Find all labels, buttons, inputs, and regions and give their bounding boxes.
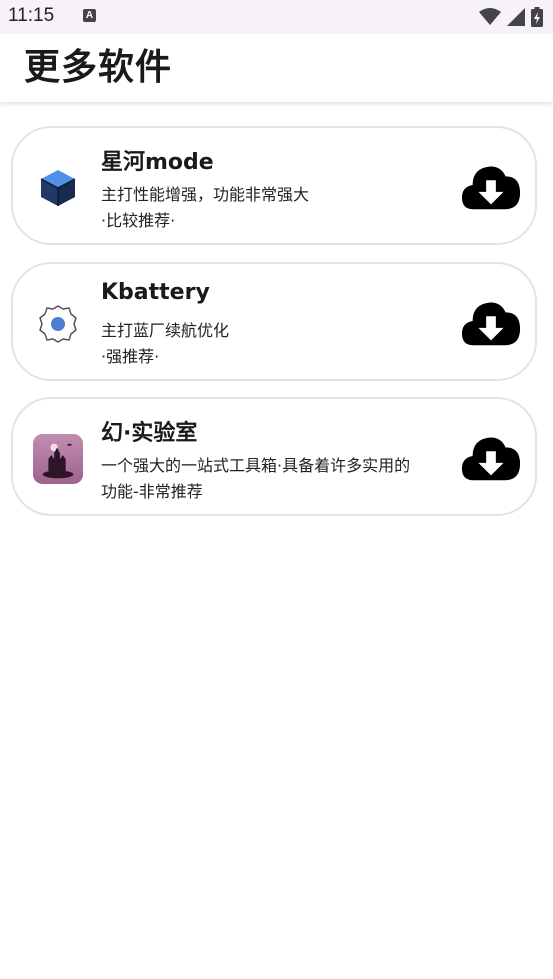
castle-app-icon <box>33 434 83 484</box>
app-header: 更多软件 <box>0 34 553 102</box>
app-description-line: ·比较推荐· <box>101 211 176 230</box>
app-description-line: ·强推荐· <box>101 347 160 366</box>
cellular-signal-icon <box>507 8 525 26</box>
status-bar: 11:15 A <box>0 0 553 34</box>
app-description-line: 功能-非常推荐 <box>101 482 203 501</box>
app-description: 主打性能增强，功能非常强大 ·比较推荐· <box>101 182 461 234</box>
app-description-line: 主打性能增强，功能非常强大 <box>101 185 310 204</box>
battery-charging-icon <box>531 7 543 27</box>
download-button[interactable] <box>459 154 523 218</box>
app-title: 星河mode <box>101 150 214 175</box>
download-button[interactable] <box>459 425 523 489</box>
wifi-icon <box>479 8 501 25</box>
app-description-line: 主打蓝厂续航优化 <box>101 321 230 340</box>
app-description-line: 一个强大的一站式工具箱·具备着许多实用的 <box>101 456 411 475</box>
app-title: 幻·实验室 <box>101 421 198 446</box>
gear-icon <box>33 299 83 349</box>
page-title: 更多软件 <box>24 47 173 88</box>
download-button[interactable] <box>459 290 523 354</box>
cloud-download-icon <box>461 166 521 210</box>
app-description: 主打蓝厂续航优化 ·强推荐· <box>101 318 461 370</box>
status-icons <box>479 6 543 28</box>
blue-cube-icon <box>33 163 83 213</box>
app-description: 一个强大的一站式工具箱·具备着许多实用的 功能-非常推荐 <box>101 453 461 505</box>
status-time: 11:15 <box>8 5 55 26</box>
app-card-huan-lab[interactable]: 幻·实验室 一个强大的一站式工具箱·具备着许多实用的 功能-非常推荐 <box>11 397 537 516</box>
cloud-download-icon <box>461 437 521 481</box>
app-card-xinghe[interactable]: 星河mode 主打性能增强，功能非常强大 ·比较推荐· <box>11 126 537 245</box>
notification-a-icon: A <box>83 9 96 22</box>
app-card-kbattery[interactable]: Kbattery 主打蓝厂续航优化 ·强推荐· <box>11 262 537 381</box>
cloud-download-icon <box>461 302 521 346</box>
app-title: Kbattery <box>101 280 210 305</box>
